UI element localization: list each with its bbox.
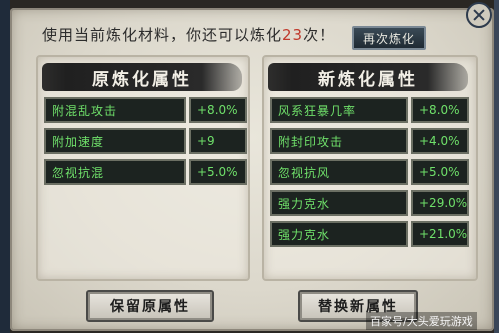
attribute-value: +5.0% — [411, 159, 469, 185]
attribute-row: 强力克水 +21.0% — [270, 221, 469, 247]
hint-prefix: 使用当前炼化材料，你还可以炼化 — [42, 26, 283, 44]
attribute-row: 附封印攻击 +4.0% — [270, 128, 469, 154]
hint-suffix: 次！ — [303, 26, 336, 44]
attribute-value: +8.0% — [189, 97, 247, 123]
original-attributes-panel: 原炼化属性 附混乱攻击 +8.0% 附加速度 +9 忽视抗混 +5.0% — [36, 55, 250, 281]
close-icon[interactable] — [466, 2, 492, 28]
attribute-value: +5.0% — [189, 159, 247, 185]
new-attributes-panel: 新炼化属性 风系狂暴几率 +8.0% 附封印攻击 +4.0% 忽视抗风 +5.0… — [262, 55, 478, 281]
attribute-name: 强力克水 — [270, 221, 408, 247]
attribute-value: +8.0% — [411, 97, 469, 123]
attribute-name: 强力克水 — [270, 190, 408, 216]
remaining-refine-hint: 使用当前炼化材料，你还可以炼化23次！ — [42, 24, 335, 45]
attribute-row: 忽视抗混 +5.0% — [44, 159, 247, 185]
remaining-count: 23 — [282, 26, 304, 44]
attribute-row: 附混乱攻击 +8.0% — [44, 97, 247, 123]
original-attributes-list: 附混乱攻击 +8.0% 附加速度 +9 忽视抗混 +5.0% — [44, 97, 247, 190]
new-title: 新炼化属性 — [318, 69, 418, 90]
attribute-row: 附加速度 +9 — [44, 128, 247, 154]
attribute-row: 风系狂暴几率 +8.0% — [270, 97, 469, 123]
attribute-value: +4.0% — [411, 128, 469, 154]
attribute-name: 附封印攻击 — [270, 128, 408, 154]
right-edge — [494, 0, 499, 333]
left-edge — [0, 0, 10, 333]
attribute-name: 忽视抗风 — [270, 159, 408, 185]
attribute-name: 风系狂暴几率 — [270, 97, 408, 123]
keep-original-button[interactable]: 保留原属性 — [86, 290, 214, 322]
attribute-name: 附加速度 — [44, 128, 186, 154]
new-attributes-list: 风系狂暴几率 +8.0% 附封印攻击 +4.0% 忽视抗风 +5.0% 强力克水… — [270, 97, 469, 252]
original-title-bar: 原炼化属性 — [42, 63, 242, 91]
attribute-name: 附混乱攻击 — [44, 97, 186, 123]
attribute-name: 忽视抗混 — [44, 159, 186, 185]
watermark: 百家号/大头爱玩游戏 — [366, 312, 477, 330]
new-title-bar: 新炼化属性 — [268, 63, 468, 91]
attribute-value: +29.0% — [411, 190, 469, 216]
attribute-row: 强力克水 +29.0% — [270, 190, 469, 216]
refine-again-button[interactable]: 再次炼化 — [352, 26, 426, 50]
original-title: 原炼化属性 — [92, 69, 192, 90]
attribute-value: +9 — [189, 128, 247, 154]
attribute-value: +21.0% — [411, 221, 469, 247]
attribute-row: 忽视抗风 +5.0% — [270, 159, 469, 185]
